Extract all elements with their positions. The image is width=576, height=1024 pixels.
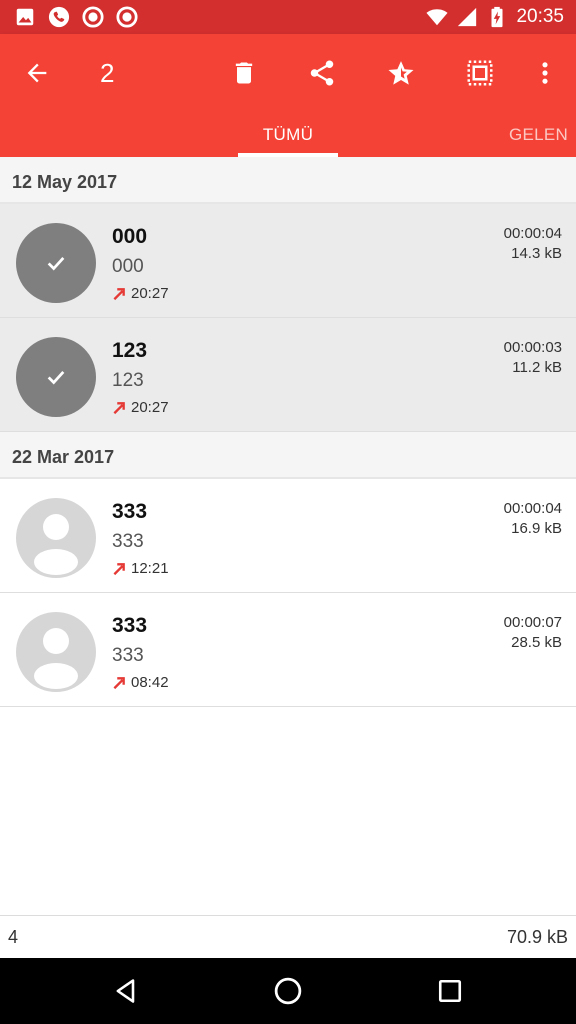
tab-incoming[interactable]: GELEN <box>498 112 576 157</box>
file-size: 16.9 kB <box>511 520 562 537</box>
recording-duration: 00:00:04 <box>503 500 562 517</box>
avatar[interactable] <box>16 498 96 578</box>
summary-bar: 4 70.9 kB <box>0 915 576 958</box>
battery-charging-icon <box>486 6 508 28</box>
date-section-header: 22 Mar 2017 <box>0 432 576 479</box>
delete-button[interactable] <box>222 51 266 95</box>
list-item[interactable]: 123 123 20:27 00:00:03 11.2 kB <box>0 318 576 432</box>
toolbar-row: 2 <box>0 34 576 112</box>
call-time: 20:27 <box>131 285 169 302</box>
record-icon <box>116 6 138 28</box>
call-info: 20:27 <box>112 399 169 417</box>
phone-call-icon <box>48 6 70 28</box>
action-toolbar: 2 TÜMÜ GELEN <box>0 34 576 157</box>
contact-name: 333 <box>112 500 148 523</box>
call-time: 12:21 <box>131 560 169 577</box>
recording-count: 4 <box>8 927 19 947</box>
checkmark-icon <box>47 257 65 271</box>
person-icon <box>34 628 78 689</box>
share-icon <box>310 60 334 86</box>
phone-number: 123 <box>112 370 144 391</box>
select-all-button[interactable] <box>458 51 502 95</box>
status-bar: 20:35 <box>0 0 576 34</box>
file-size: 11.2 kB <box>512 359 562 376</box>
tab-all[interactable]: TÜMÜ <box>238 112 338 157</box>
outgoing-call-icon <box>113 402 125 415</box>
back-arrow-icon <box>27 63 47 83</box>
recording-duration: 00:00:03 <box>503 339 562 356</box>
wifi-icon <box>426 6 448 28</box>
recordings-list: 12 May 2017 000 000 20:27 00:00:04 14.3 … <box>0 157 576 707</box>
image-icon <box>14 6 36 28</box>
call-info: 08:42 <box>112 674 169 692</box>
person-icon <box>34 514 78 575</box>
total-size: 70.9 kB <box>506 927 568 947</box>
recording-duration: 00:00:04 <box>503 225 562 242</box>
select-all-icon <box>467 60 493 86</box>
notification-icons <box>14 6 138 28</box>
system-nav-bar <box>0 958 576 1024</box>
recents-square-icon <box>438 979 462 1003</box>
selected-avatar[interactable] <box>16 337 96 417</box>
home-circle-icon <box>274 977 302 1005</box>
checkmark-icon <box>47 371 65 385</box>
list-item[interactable]: 000 000 20:27 00:00:04 14.3 kB <box>0 204 576 318</box>
signal-icon <box>456 6 478 28</box>
back-button[interactable] <box>15 51 59 95</box>
tab-bar: TÜMÜ GELEN <box>0 112 576 157</box>
file-size: 14.3 kB <box>511 245 562 262</box>
call-info: 20:27 <box>112 285 169 303</box>
favorite-button[interactable] <box>379 51 423 95</box>
share-button[interactable] <box>300 51 344 95</box>
date-section-header: 12 May 2017 <box>0 157 576 204</box>
back-triangle-icon <box>116 979 135 1003</box>
call-time: 20:27 <box>131 399 169 416</box>
phone-number: 000 <box>112 256 144 277</box>
outgoing-call-icon <box>113 563 125 576</box>
nav-recents-button[interactable] <box>428 969 472 1013</box>
delete-icon <box>235 62 253 84</box>
more-vert-icon <box>542 62 548 84</box>
avatar[interactable] <box>16 612 96 692</box>
list-item[interactable]: 333 333 08:42 00:00:07 28.5 kB <box>0 593 576 707</box>
star-icon <box>388 61 414 85</box>
outgoing-call-icon <box>113 677 125 690</box>
phone-number: 333 <box>112 531 144 552</box>
contact-name: 123 <box>112 339 148 362</box>
clock: 20:35 <box>516 6 564 27</box>
selected-count: 2 <box>100 58 115 88</box>
record-icon <box>82 6 104 28</box>
file-size: 28.5 kB <box>511 634 562 651</box>
outgoing-call-icon <box>113 288 125 301</box>
system-icons: 20:35 <box>426 5 564 29</box>
call-info: 12:21 <box>112 560 169 578</box>
nav-home-button[interactable] <box>266 969 310 1013</box>
contact-name: 333 <box>112 614 148 637</box>
list-item[interactable]: 333 333 12:21 00:00:04 16.9 kB <box>0 479 576 593</box>
overflow-menu-button[interactable] <box>523 51 567 95</box>
nav-back-button[interactable] <box>104 969 148 1013</box>
phone-number: 333 <box>112 645 144 666</box>
call-time: 08:42 <box>131 674 169 691</box>
selected-avatar[interactable] <box>16 223 96 303</box>
contact-name: 000 <box>112 225 148 248</box>
recording-duration: 00:00:07 <box>503 614 562 631</box>
